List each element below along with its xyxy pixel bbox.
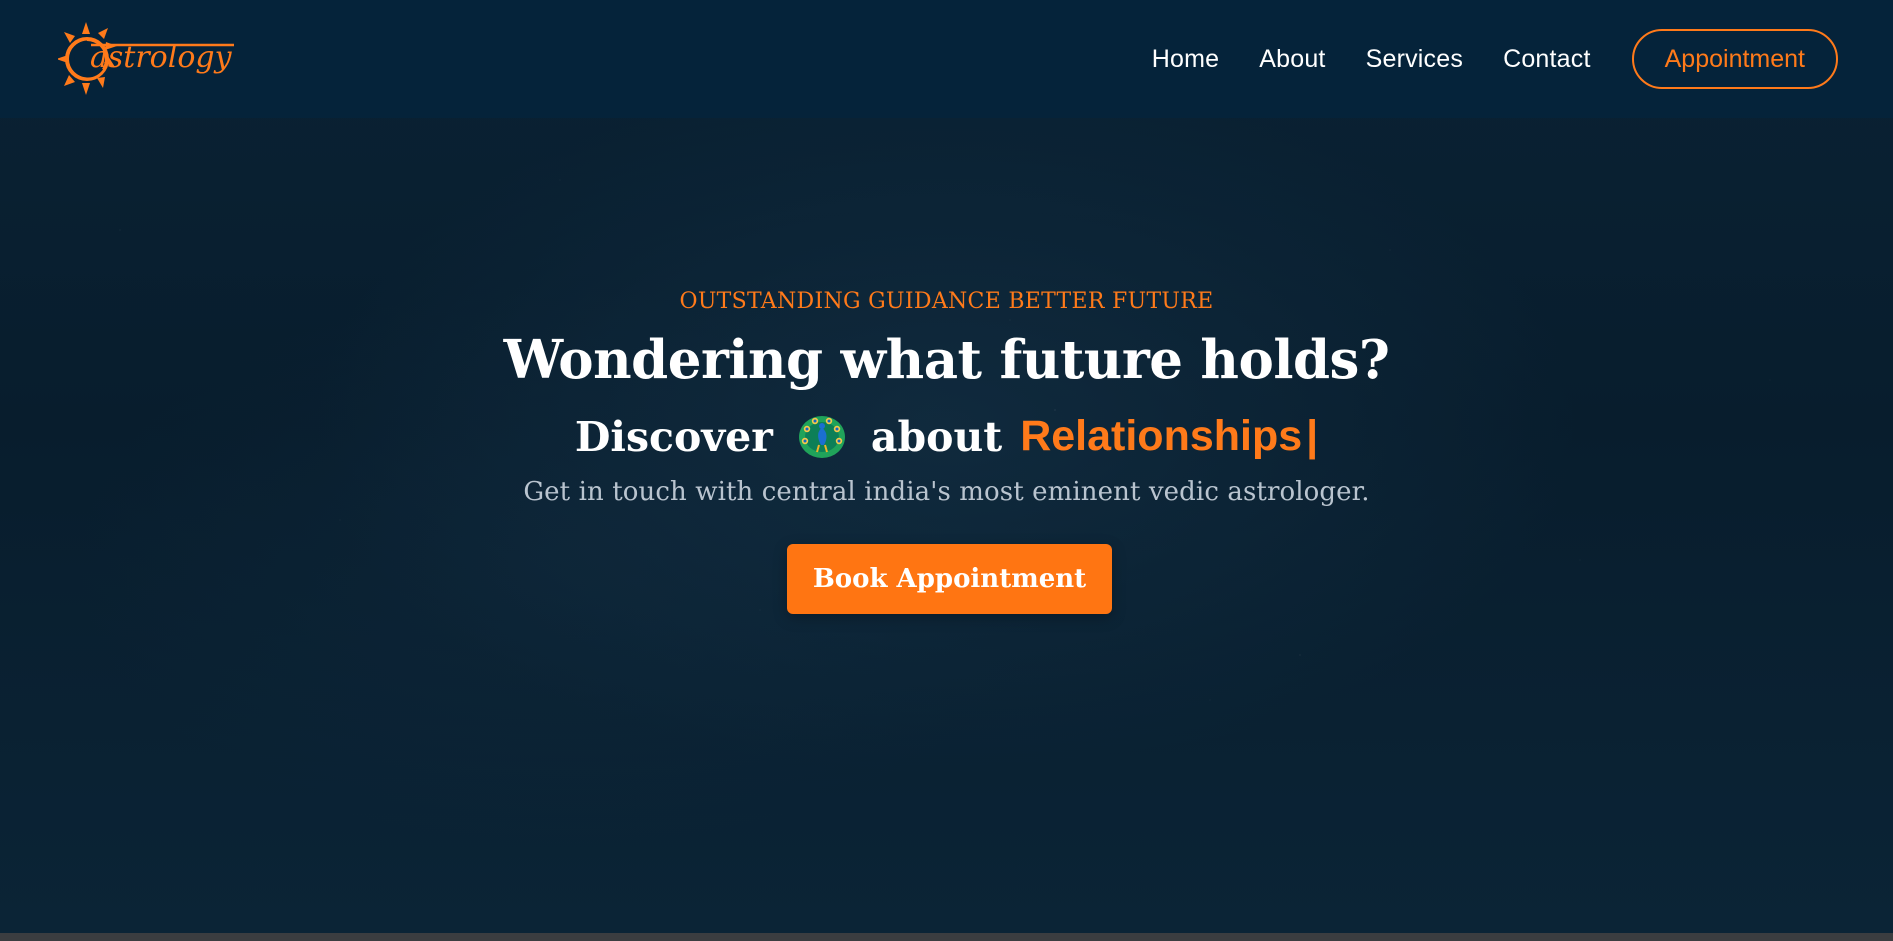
book-appointment-button[interactable]: Book Appointment [787, 544, 1112, 614]
hero-headline: Wondering what future holds? [503, 329, 1390, 391]
sun-icon: astrology [58, 22, 234, 95]
subline-highlight: Relationships [1020, 412, 1303, 460]
nav-services-link[interactable]: Services [1366, 45, 1463, 74]
main-nav: Home About Services Contact Appointment [1152, 29, 1838, 89]
hero-eyebrow: OUTSTANDING GUIDANCE BETTER FUTURE [679, 289, 1214, 314]
subline-middle: about [870, 412, 1003, 461]
hero-subline: Discover about Relationships | [0, 412, 1893, 461]
hero-section: OUTSTANDING GUIDANCE BETTER FUTURE Wonde… [0, 118, 1893, 933]
page-bottom-edge [0, 933, 1893, 941]
brand-logo[interactable]: astrology [58, 0, 258, 118]
nav-contact-link[interactable]: Contact [1503, 45, 1591, 74]
nav-about-link[interactable]: About [1259, 45, 1325, 74]
site-header: astrology Home About Services Contact Ap… [0, 0, 1893, 118]
typing-cursor: | [1306, 412, 1319, 460]
astrology-landing-page: astrology Home About Services Contact Ap… [0, 0, 1893, 941]
subline-prefix: Discover [574, 412, 773, 461]
appointment-button[interactable]: Appointment [1631, 29, 1838, 89]
nav-home-link[interactable]: Home [1152, 45, 1220, 74]
hero-description: Get in touch with central india's most e… [523, 477, 1370, 507]
peacock-icon [797, 414, 847, 460]
